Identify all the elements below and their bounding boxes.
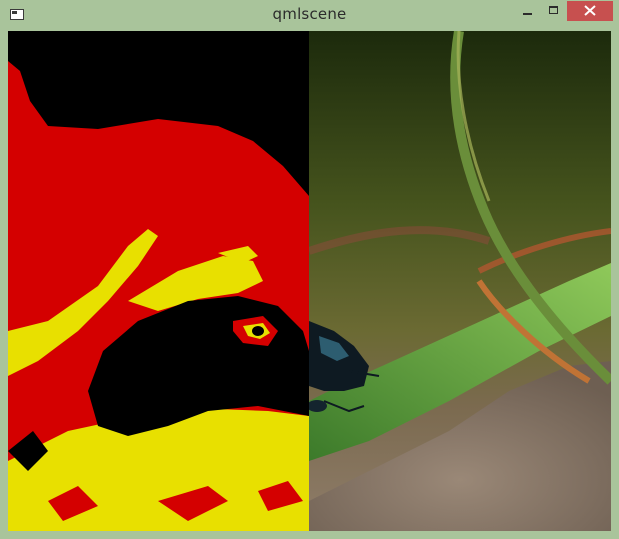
minimize-button[interactable] — [515, 1, 541, 21]
posterized-shader-view — [8, 31, 309, 531]
close-icon — [584, 5, 596, 16]
original-image-view — [309, 31, 611, 531]
maximize-button[interactable] — [541, 1, 567, 21]
title-bar[interactable]: qmlscene — [0, 0, 619, 31]
app-window: qmlscene — [0, 0, 619, 539]
close-button[interactable] — [567, 1, 613, 21]
qml-scene-view[interactable] — [8, 31, 611, 531]
minimize-icon — [523, 13, 532, 15]
maximize-icon — [549, 6, 558, 14]
